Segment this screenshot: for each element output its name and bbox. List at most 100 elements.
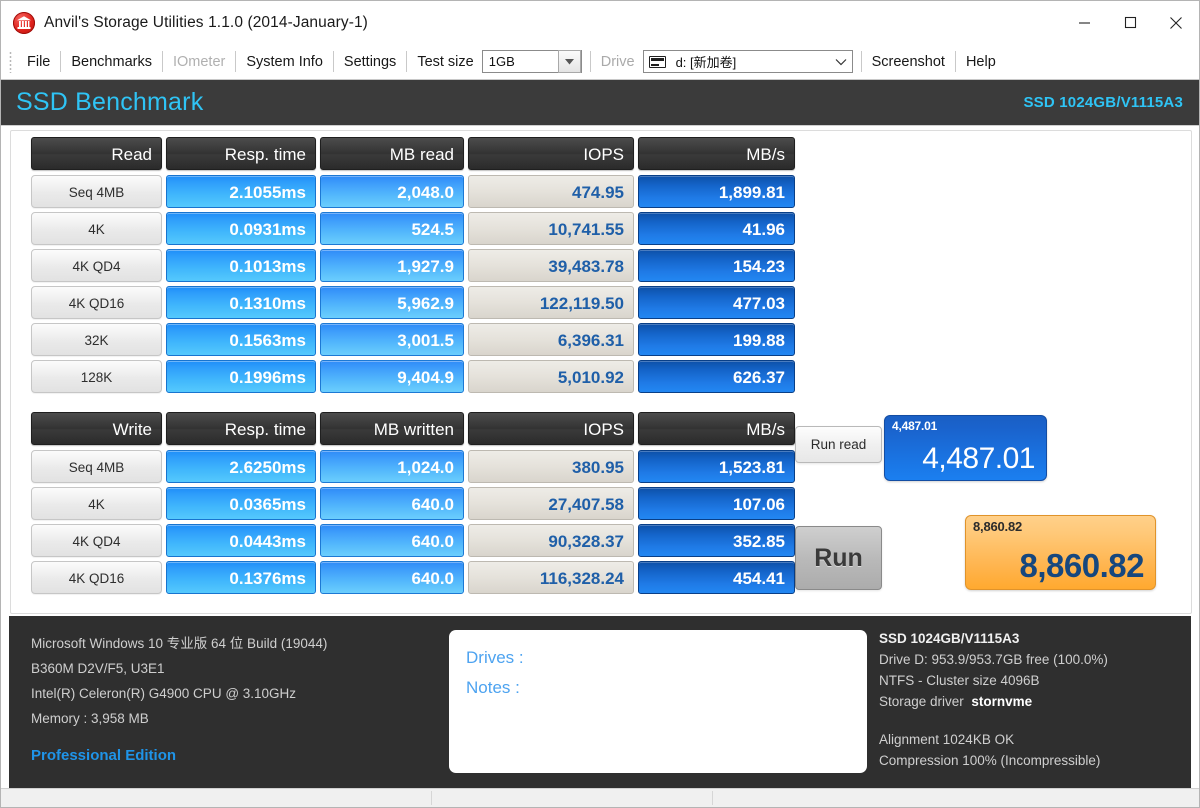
cell-iops: 90,328.37 [468,524,634,557]
cell-mbs: 1,523.81 [638,450,795,483]
edition-label: Professional Edition [31,743,449,768]
cell-resp: 2.1055ms [166,175,316,208]
storage-driver: Storage driver stornvme [879,691,1191,712]
status-bar [1,788,1199,807]
drive-capacity: Drive D: 953.9/953.7GB free (100.0%) [879,649,1191,670]
table-row: 4K QD4 0.0443ms 640.0 90,328.37 352.85 [31,524,795,557]
read-col-resp: Resp. time [166,137,316,170]
menu-item-file[interactable]: File [17,44,60,80]
drive-value: d: [新加卷] [670,52,743,71]
info-spacer [879,712,1191,729]
table-row: 32K 0.1563ms 3,001.5 6,396.31 199.88 [31,323,795,356]
row-label: 4K QD4 [31,249,162,282]
motherboard: B360M D2V/F5, U3E1 [31,656,449,681]
storage-driver-label: Storage driver [879,694,964,709]
cell-iops: 39,483.78 [468,249,634,282]
write-col-mb: MB written [320,412,464,445]
total-score-box: 8,860.82 8,860.82 [965,515,1156,590]
cell-iops: 380.95 [468,450,634,483]
cell-resp: 0.1376ms [166,561,316,594]
cell-mbs: 199.88 [638,323,795,356]
title-bar: Anvil's Storage Utilities 1.1.0 (2014-Ja… [1,1,1199,44]
os-version: Microsoft Windows 10 专业版 64 位 Build (190… [31,631,449,656]
cell-iops: 10,741.55 [468,212,634,245]
cell-iops: 5,010.92 [468,360,634,393]
menu-item-system-info[interactable]: System Info [236,44,333,80]
status-separator [431,791,432,805]
drive-compression: Compression 100% (Incompressible) [879,750,1191,771]
read-col-mb: MB read [320,137,464,170]
application-window: Anvil's Storage Utilities 1.1.0 (2014-Ja… [0,0,1200,808]
menu-grip-icon[interactable] [9,51,12,73]
anvil-app-icon [13,12,35,34]
read-col-read: Read [31,137,162,170]
maximize-icon[interactable] [1107,1,1153,44]
write-col-write: Write [31,412,162,445]
row-label: 4K [31,212,162,245]
cell-resp: 2.6250ms [166,450,316,483]
menu-item-screenshot[interactable]: Screenshot [862,44,955,80]
run-read-button[interactable]: Run read [795,426,882,463]
cell-resp: 0.0365ms [166,487,316,520]
chevron-down-icon[interactable] [558,50,581,73]
write-col-iops: IOPS [468,412,634,445]
cell-mb: 2,048.0 [320,175,464,208]
cell-mb: 640.0 [320,561,464,594]
cell-resp: 0.1310ms [166,286,316,319]
menu-item-benchmarks[interactable]: Benchmarks [61,44,162,80]
minimize-icon[interactable] [1061,1,1107,44]
drive-select[interactable]: d: [新加卷] [643,50,853,73]
row-label: 128K [31,360,162,393]
cell-mb: 9,404.9 [320,360,464,393]
system-info-panel: Microsoft Windows 10 专业版 64 位 Build (190… [9,616,1191,788]
total-score-small: 8,860.82 [973,519,1022,534]
drive-model: SSD 1024GB/V1115A3 [879,628,1191,649]
cell-mbs: 626.37 [638,360,795,393]
cell-mb: 5,962.9 [320,286,464,319]
row-label: 4K QD16 [31,286,162,319]
cell-mb: 640.0 [320,487,464,520]
menu-bar: File Benchmarks IOmeter System Info Sett… [1,44,1199,80]
cell-resp: 0.0443ms [166,524,316,557]
test-size-value: 1GB [483,54,521,69]
storage-driver-value: stornvme [971,694,1032,709]
cell-iops: 27,407.58 [468,487,634,520]
row-label: Seq 4MB [31,175,162,208]
cell-resp: 0.1996ms [166,360,316,393]
table-row: Seq 4MB 2.6250ms 1,024.0 380.95 1,523.81 [31,450,795,483]
table-row: 4K QD16 0.1376ms 640.0 116,328.24 454.41 [31,561,795,594]
write-col-resp: Resp. time [166,412,316,445]
menu-item-settings[interactable]: Settings [334,44,406,80]
menu-item-help[interactable]: Help [956,44,1006,80]
cell-resp: 0.0931ms [166,212,316,245]
cpu-model: Intel(R) Celeron(R) G4900 CPU @ 3.10GHz [31,681,449,706]
drive-info-right: SSD 1024GB/V1115A3 Drive D: 953.9/953.7G… [867,616,1191,788]
cell-mbs: 477.03 [638,286,795,319]
chevron-down-icon[interactable] [831,51,852,72]
cell-iops: 122,119.50 [468,286,634,319]
run-button[interactable]: Run [795,526,882,590]
cell-iops: 116,328.24 [468,561,634,594]
page-title: SSD Benchmark [16,88,203,117]
notes-textarea[interactable]: Drives : Notes : [449,630,867,773]
results-tables: Read Resp. time MB read IOPS MB/s Seq 4M… [31,137,795,598]
cell-iops: 474.95 [468,175,634,208]
cell-mb: 1,024.0 [320,450,464,483]
table-row: 4K QD4 0.1013ms 1,927.9 39,483.78 154.23 [31,249,795,282]
actions-and-scores: Run read Run Run write 4,487.01 4,487.01… [792,137,1182,607]
cell-mbs: 107.06 [638,487,795,520]
test-size-select[interactable]: 1GB [482,50,582,73]
cell-mbs: 352.85 [638,524,795,557]
row-label: 4K [31,487,162,520]
benchmark-body: Read Resp. time MB read IOPS MB/s Seq 4M… [1,126,1199,618]
window-controls [1061,1,1199,44]
write-col-mbs: MB/s [638,412,795,445]
table-row: 4K 0.0365ms 640.0 27,407.58 107.06 [31,487,795,520]
close-icon[interactable] [1153,1,1199,44]
cell-mb: 524.5 [320,212,464,245]
row-label: 32K [31,323,162,356]
memory-size: Memory : 3,958 MB [31,706,449,731]
window-title: Anvil's Storage Utilities 1.1.0 (2014-Ja… [44,14,368,32]
cell-mb: 1,927.9 [320,249,464,282]
total-score-value: 8,860.82 [1020,547,1144,585]
